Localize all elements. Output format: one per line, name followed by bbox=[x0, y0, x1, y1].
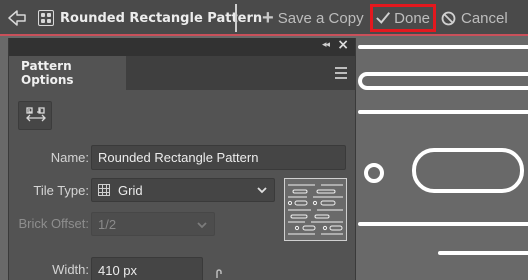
ban-icon bbox=[441, 11, 456, 25]
width-field-value: 410 px bbox=[98, 262, 138, 278]
collapse-icon[interactable]: ◂◂ bbox=[322, 40, 330, 50]
pattern-tile-tool-button[interactable] bbox=[18, 101, 52, 130]
pattern-preview-art bbox=[287, 184, 343, 235]
panel-header[interactable]: ◂◂ × bbox=[9, 37, 355, 56]
tab-pattern-options-label: Pattern Options bbox=[21, 59, 74, 87]
tab-pattern-options[interactable]: Pattern Options bbox=[9, 56, 126, 90]
done-label: Done bbox=[394, 9, 430, 27]
tile-type-select[interactable]: Grid bbox=[91, 178, 275, 202]
back-arrow-icon bbox=[8, 10, 26, 26]
save-a-copy-button[interactable]: + Save a Copy bbox=[262, 0, 364, 36]
name-field-value: Rounded Rectangle Pattern bbox=[98, 150, 259, 165]
tile-type-label: Tile Type: bbox=[33, 183, 89, 198]
close-icon[interactable]: × bbox=[337, 37, 349, 53]
pattern-name-display: Rounded Rectangle Pattern bbox=[38, 0, 262, 36]
save-a-copy-label: Save a Copy bbox=[277, 9, 364, 27]
brick-offset-select: 1/2 bbox=[91, 212, 215, 236]
chevron-down-icon bbox=[257, 187, 267, 194]
plus-icon: + bbox=[262, 7, 274, 29]
brick-offset-value: 1/2 bbox=[98, 216, 117, 232]
width-field[interactable]: 410 px bbox=[91, 257, 203, 280]
pattern-options-panel: ◂◂ × Pattern Options Name: Rounded Recta… bbox=[8, 37, 356, 280]
width-label: Width: bbox=[52, 262, 89, 277]
cancel-button[interactable]: Cancel bbox=[441, 0, 508, 36]
name-label: Name: bbox=[50, 150, 89, 165]
menu-icon[interactable] bbox=[335, 67, 347, 82]
grid-icon bbox=[98, 184, 110, 196]
tile-type-value: Grid bbox=[118, 182, 143, 198]
pattern-tile-tool-icon bbox=[26, 107, 46, 122]
pattern-name-label: Rounded Rectangle Pattern bbox=[60, 10, 263, 26]
toolbar-divider bbox=[235, 4, 237, 32]
name-field[interactable]: Rounded Rectangle Pattern bbox=[91, 145, 346, 170]
cancel-label: Cancel bbox=[461, 9, 508, 27]
link-icon[interactable] bbox=[215, 268, 227, 280]
chevron-down-icon bbox=[197, 222, 207, 229]
checkmark-icon bbox=[376, 12, 391, 24]
pattern-preview-thumbnail bbox=[284, 178, 347, 241]
back-button[interactable] bbox=[4, 0, 30, 36]
panel-tab-bar: Pattern Options bbox=[9, 56, 355, 90]
pattern-edit-bar: Rounded Rectangle Pattern + Save a Copy … bbox=[0, 0, 528, 36]
done-button[interactable]: Done bbox=[370, 4, 436, 32]
pattern-swatch-icon bbox=[38, 10, 54, 26]
brick-offset-label: Brick Offset: bbox=[18, 216, 89, 231]
